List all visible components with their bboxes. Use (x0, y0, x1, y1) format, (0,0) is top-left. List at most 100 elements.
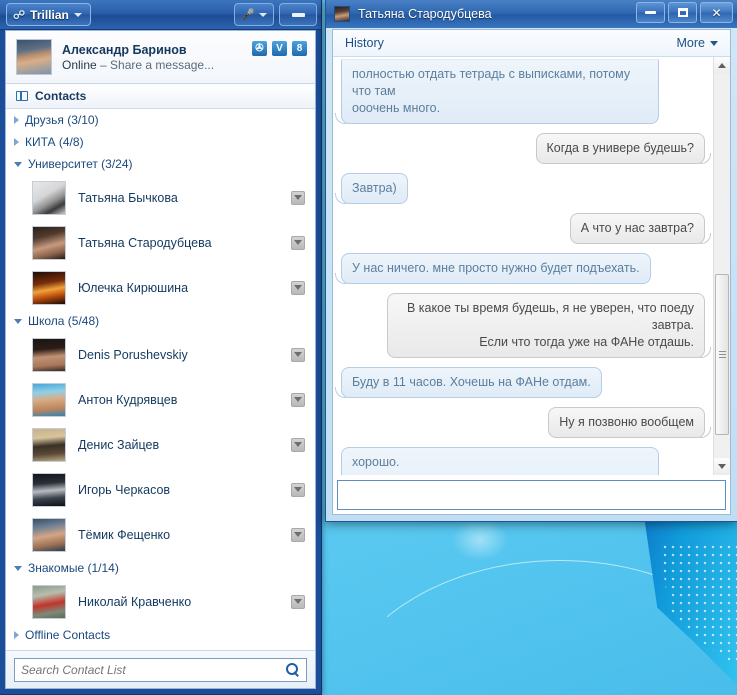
contact-list-item[interactable]: Денис Зайцев (6, 422, 315, 467)
contact-list-item[interactable]: Тёмик Фещенко (6, 512, 315, 557)
avatar-man-pool (32, 382, 66, 417)
trillian-menu-button[interactable]: ☍ Trillian (6, 3, 91, 26)
outgoing-message-row: А что у нас завтра? (341, 213, 712, 244)
search-icon[interactable] (286, 662, 300, 677)
contact-group-header[interactable]: Школа (5/48) (6, 310, 315, 332)
chat-input-wrap (333, 475, 730, 514)
contact-list-item[interactable]: Татьяна Бычкова (6, 175, 315, 220)
search-box[interactable] (14, 657, 307, 682)
contact-menu-chevron-icon[interactable] (291, 527, 305, 542)
incoming-message-row: У нас ничего. мне просто нужно будет под… (335, 253, 705, 284)
chat-scrollbar[interactable] (713, 57, 730, 475)
message-line: полностью отдать тетрадь с выписками, по… (352, 67, 631, 98)
minimize-icon (291, 12, 305, 17)
profile-name: Александр Баринов (62, 42, 187, 57)
contact-menu-chevron-icon[interactable] (291, 235, 305, 250)
contact-menu-chevron-icon[interactable] (291, 437, 305, 452)
trillian-account-icon[interactable]: ✇ (252, 41, 267, 56)
avatar[interactable] (16, 39, 52, 75)
trillian-titlebar: ☍ Trillian 🎤 (0, 0, 321, 30)
maximize-icon (677, 8, 688, 17)
window-buttons: ✕ (636, 2, 733, 23)
scrollbar-thumb[interactable] (715, 273, 729, 435)
message-bubble[interactable]: полностью отдать тетрадь с выписками, по… (335, 59, 659, 124)
trillian-app-name: Trillian (30, 7, 69, 22)
profile-block[interactable]: Александр Баринов Online – Share a messa… (6, 31, 315, 84)
contact-list-item[interactable]: Denis Porushevskiy (6, 332, 315, 377)
chevron-down-icon[interactable] (14, 318, 22, 324)
contact-menu-chevron-icon[interactable] (291, 392, 305, 407)
contact-list[interactable]: Друзья (3/10) КИТА (4/8) Университет (3/24… (6, 109, 315, 650)
chevron-right-icon[interactable] (14, 138, 19, 146)
desktop: ☍ Trillian 🎤 Александр Баринов Online – … (0, 0, 737, 695)
search-input[interactable] (21, 662, 286, 677)
message-line: ооочень много. (352, 101, 441, 115)
contact-list-item[interactable]: Юлечка Кирюшина (6, 265, 315, 310)
incoming-message-row: Буду в 11 часов. Хочешь на ФАНе отдам. (335, 367, 705, 398)
message-list[interactable]: полностью отдать тетрадь с выписками, по… (333, 57, 713, 475)
profile-status-message: Share a message... (110, 57, 215, 72)
avatar-man-smiling (32, 517, 66, 552)
contact-menu-chevron-icon[interactable] (291, 280, 305, 295)
trillian-status-button[interactable]: 🎤 (234, 3, 274, 26)
message-bubble[interactable]: У нас ничего. мне просто нужно будет под… (335, 253, 651, 284)
chevron-down-icon[interactable] (14, 565, 22, 571)
contact-list-item[interactable]: Антон Кудрявцев (6, 377, 315, 422)
avatar-man-red-jacket (32, 584, 66, 619)
contact-name: Юлечка Кирюшина (78, 280, 189, 295)
scrollbar-track[interactable] (714, 74, 730, 458)
message-bubble[interactable]: хорошо.ты мне напиши завтра до 10 часов.… (341, 447, 659, 475)
message-bubble[interactable]: А что у нас завтра? (569, 213, 712, 244)
contacts-header[interactable]: Contacts (6, 84, 315, 109)
message-line: В какое ты время будешь, я не уверен, чт… (407, 301, 694, 332)
chevron-down-icon (259, 12, 267, 17)
contact-menu-chevron-icon[interactable] (291, 482, 305, 497)
scroll-up-arrow-icon[interactable] (714, 57, 730, 74)
close-icon: ✕ (711, 5, 722, 20)
message-input[interactable] (344, 488, 719, 502)
vk-account-icon[interactable]: V (272, 41, 287, 56)
contact-menu-chevron-icon[interactable] (291, 594, 305, 609)
chevron-down-icon[interactable] (14, 161, 22, 167)
message-bubble[interactable]: Завтра) (335, 173, 408, 204)
contact-list-item[interactable]: Игорь Черкасов (6, 467, 315, 512)
chevron-right-icon[interactable] (14, 116, 19, 124)
profile-status[interactable]: Online – Share a message... (62, 58, 214, 72)
message-bubble[interactable]: Когда в универе будешь? (535, 133, 711, 164)
message-line: У нас ничего. мне просто нужно будет под… (352, 261, 640, 275)
contact-group-header[interactable]: Offline Contacts (6, 624, 315, 646)
message-bubble[interactable]: В какое ты время будешь, я не уверен, чт… (387, 293, 711, 358)
message-bubble[interactable]: Буду в 11 часов. Хочешь на ФАНе отдам. (335, 367, 602, 398)
icq-account-icon[interactable]: 8 (292, 41, 307, 56)
contact-menu-chevron-icon[interactable] (291, 190, 305, 205)
contact-name: Татьяна Бычкова (78, 190, 178, 205)
trillian-titlebar-buttons: 🎤 (234, 3, 317, 26)
chevron-right-icon[interactable] (14, 631, 19, 639)
more-button[interactable]: More (677, 36, 718, 50)
trillian-minimize-button[interactable] (279, 3, 317, 26)
contact-group-header[interactable]: Знакомые (1/14) (6, 557, 315, 579)
message-bubble[interactable]: Ну я позвоню вообщем (548, 407, 711, 438)
profile-text: Александр Баринов Online – Share a messa… (62, 43, 214, 72)
account-icons: ✇ V 8 (252, 41, 307, 56)
contact-name: Тёмик Фещенко (78, 527, 171, 542)
minimize-button[interactable] (636, 2, 665, 23)
contact-group-label: Университет (3/24) (28, 157, 133, 171)
history-button[interactable]: History (345, 36, 384, 50)
contact-menu-chevron-icon[interactable] (291, 347, 305, 362)
message-input-box[interactable] (337, 480, 726, 510)
contact-list-item[interactable]: Татьяна Стародубцева (6, 220, 315, 265)
contact-group-header[interactable]: Университет (3/24) (6, 153, 315, 175)
contact-group-header[interactable]: КИТА (4/8) (6, 131, 315, 153)
contact-group-label: КИТА (4/8) (25, 135, 84, 149)
contact-group-header[interactable]: Друзья (3/10) (6, 109, 315, 131)
list-view-icon (16, 91, 28, 101)
contact-list-item[interactable]: Николай Кравченко (6, 579, 315, 624)
close-button[interactable]: ✕ (700, 2, 733, 23)
message-line: хорошо. (352, 455, 400, 469)
trillian-body: Александр Баринов Online – Share a messa… (5, 30, 316, 689)
contact-name: Denis Porushevskiy (78, 347, 188, 362)
scroll-down-arrow-icon[interactable] (714, 458, 730, 475)
outgoing-message-row: В какое ты время будешь, я не уверен, чт… (341, 293, 711, 358)
maximize-button[interactable] (668, 2, 697, 23)
